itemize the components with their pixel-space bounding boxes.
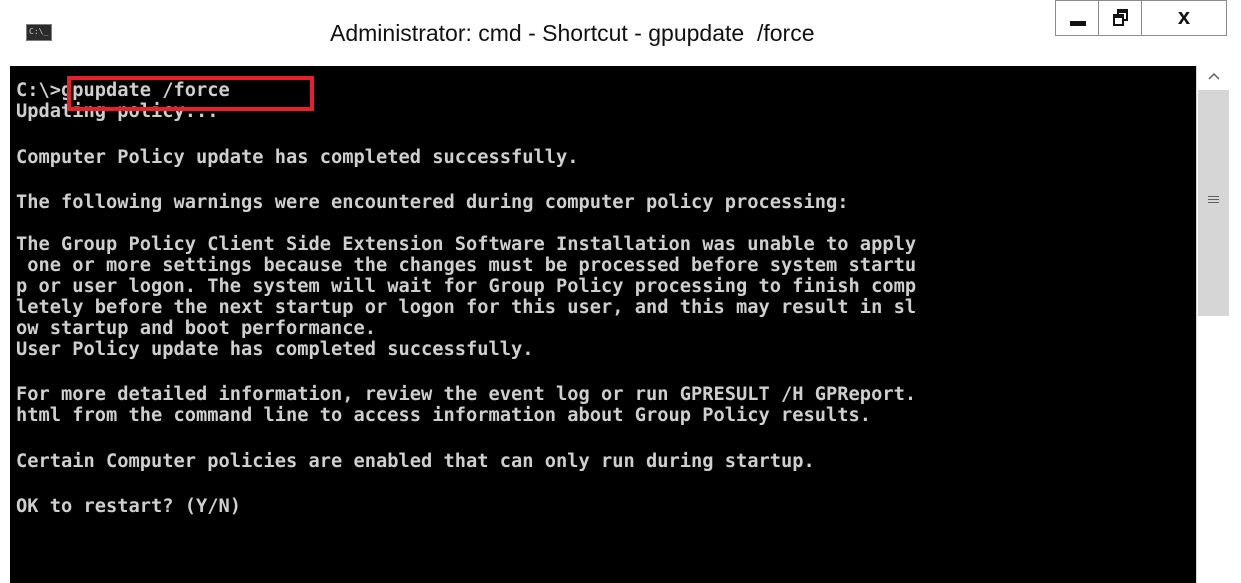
close-button[interactable]: x — [1141, 0, 1227, 36]
restore-icon — [1113, 9, 1129, 27]
console-output[interactable]: C:\>gpupdate /force Updating policy... C… — [10, 66, 1196, 583]
scroll-thumb[interactable] — [1198, 90, 1229, 316]
vertical-scrollbar[interactable] — [1196, 66, 1230, 583]
maximize-button[interactable] — [1098, 0, 1142, 36]
app-icon-glyph: C:\_ — [29, 27, 49, 36]
console-line: User Policy update has completed success… — [16, 339, 534, 360]
window-title: Administrator: cmd - Shortcut - gpupdate… — [330, 20, 815, 46]
command-highlight-box — [67, 76, 314, 111]
console-line: letely before the next startup or logon … — [16, 297, 917, 318]
console-line: html from the command line to access inf… — [16, 405, 872, 426]
chevron-up-icon — [1207, 72, 1220, 80]
scroll-up-button[interactable] — [1197, 66, 1230, 88]
console-line: The Group Policy Client Side Extension S… — [16, 234, 917, 255]
console-line: The following warnings were encountered … — [16, 192, 849, 213]
console-line: p or user logon. The system will wait fo… — [16, 276, 917, 297]
console-line: OK to restart? (Y/N) — [16, 496, 242, 517]
console-line: ow startup and boot performance. — [16, 318, 377, 339]
command-prompt-window: C:\_ Administrator: cmd - Shortcut - gpu… — [0, 0, 1241, 583]
console-app-icon[interactable]: C:\_ — [26, 24, 52, 41]
console-line: For more detailed information, review th… — [16, 384, 917, 405]
minimize-button[interactable] — [1055, 0, 1099, 36]
console-line: Computer Policy update has completed suc… — [16, 147, 579, 168]
console-line: one or more settings because the changes… — [16, 255, 917, 276]
close-icon: x — [1177, 4, 1191, 29]
title-bar[interactable]: C:\_ Administrator: cmd - Shortcut - gpu… — [0, 0, 1241, 66]
minimize-icon — [1070, 21, 1086, 26]
grip-icon — [1208, 196, 1219, 204]
console-line: Certain Computer policies are enabled th… — [16, 451, 815, 472]
